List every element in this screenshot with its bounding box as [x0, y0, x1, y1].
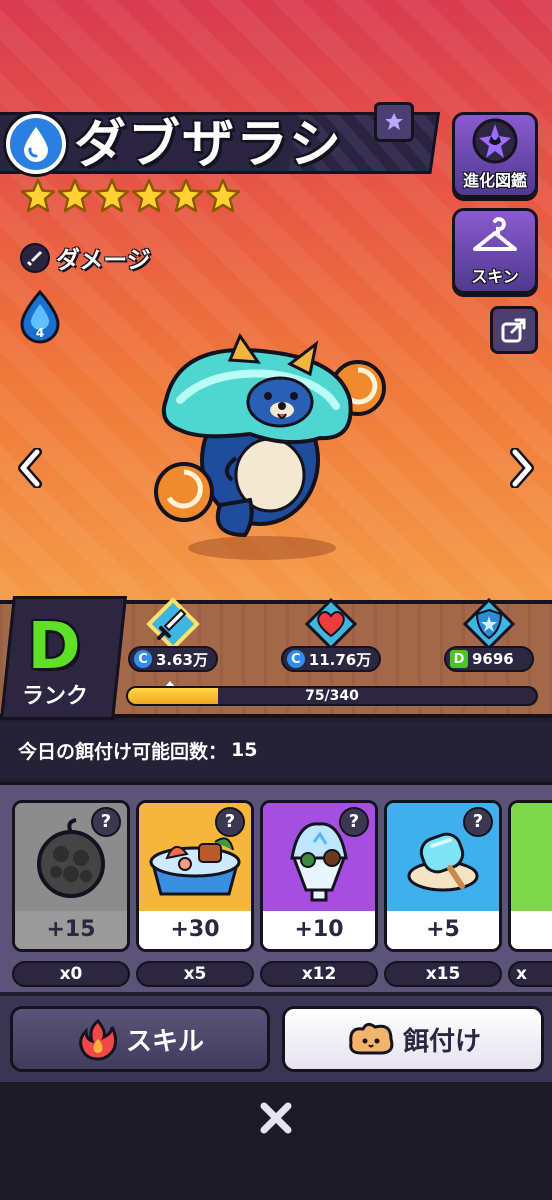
chevron-right-icon [510, 448, 534, 488]
item-count: x12 [260, 961, 378, 987]
skin-button[interactable]: スキン [452, 208, 538, 294]
item-plus-value: +10 [263, 911, 375, 949]
item-card-next[interactable] [508, 800, 552, 952]
item-count: x5 [136, 961, 254, 987]
item-count: x0 [12, 961, 130, 987]
chevron-left-icon [18, 448, 42, 488]
water-element-icon [6, 114, 66, 174]
hp-heart-icon [304, 597, 358, 651]
close-icon [260, 1102, 292, 1134]
feed-remaining-row: 今日の餌付け可能回数： 15 [0, 722, 552, 778]
hp-grade: C [286, 650, 305, 668]
skin-label: スキン [471, 267, 519, 286]
item-plus-value [511, 911, 552, 949]
skin-tag-icon [374, 102, 414, 142]
close-button[interactable] [256, 1098, 296, 1138]
feed-remaining-label: 今日の餌付け可能回数： [18, 740, 228, 763]
star-rating [20, 178, 241, 214]
item-help-button[interactable]: ? [339, 807, 369, 837]
item-help-button[interactable]: ? [463, 807, 493, 837]
attack-value: 3.63万 [155, 650, 208, 669]
xp-text: 75/340 [305, 688, 359, 704]
cost-value: 4 [35, 326, 45, 340]
item-card-dark-fruit[interactable]: ? +15 [12, 800, 130, 952]
star-icon [131, 178, 167, 213]
cost-badge: 4 [18, 289, 62, 344]
item-plus-value: +30 [139, 911, 251, 949]
hp-stat[interactable]: C 11.76万 [276, 596, 386, 680]
star-icon [168, 178, 204, 213]
item-count: x15 [384, 961, 502, 987]
next-item-icon [511, 803, 552, 915]
rank-label: ランク [21, 684, 88, 709]
item-help-button[interactable]: ? [215, 807, 245, 837]
evolution-book-icon [469, 115, 521, 167]
sword-icon [20, 242, 50, 273]
item-card-ice-candy[interactable]: ? +5 [384, 800, 502, 952]
xp-bar: 75/340 [126, 686, 538, 706]
defense-value: 9696 [472, 650, 514, 668]
item-card-shaved-ice[interactable]: ? +10 [260, 800, 378, 952]
star-icon [20, 178, 56, 213]
item-plus-value: +15 [15, 911, 127, 949]
next-character-button[interactable] [502, 446, 542, 490]
feed-button[interactable]: 餌付け [282, 1006, 544, 1072]
rank-letter: D [27, 610, 81, 684]
item-count: x [508, 961, 552, 987]
attack-value-pill: C 3.63万 [127, 646, 218, 672]
skill-button[interactable]: スキル [10, 1006, 270, 1072]
role-label: ダメージ [56, 246, 151, 274]
attack-sword-icon [146, 597, 200, 651]
star-icon [57, 178, 93, 213]
evolution-book-label: 進化図鑑 [462, 171, 527, 190]
defense-stat[interactable]: D 9696 [434, 596, 544, 680]
feed-button-label: 餌付け [402, 1026, 481, 1057]
bread-icon [349, 1022, 394, 1055]
feed-remaining-count: 15 [231, 739, 258, 761]
flame-icon [79, 1018, 118, 1061]
character-illustration [140, 330, 400, 570]
hp-value-pill: C 11.76万 [280, 646, 382, 672]
skill-button-label: スキル [125, 1026, 204, 1057]
item-card-seafood-platter[interactable]: ? +30 [136, 800, 254, 952]
hanger-icon [470, 211, 520, 263]
evolution-book-button[interactable]: 進化図鑑 [452, 112, 538, 198]
share-icon [501, 318, 526, 343]
attack-grade: C [133, 650, 152, 668]
attack-stat[interactable]: C 3.63万 [118, 596, 228, 680]
item-plus-value: +5 [387, 911, 499, 949]
star-icon [205, 178, 241, 213]
star-icon [94, 178, 130, 213]
character-name: ダブザラシ [74, 115, 343, 175]
item-help-button[interactable]: ? [91, 807, 121, 837]
role-tag: ダメージ [20, 240, 151, 275]
prev-character-button[interactable] [10, 446, 50, 490]
defense-shield-icon [462, 597, 516, 651]
hp-value: 11.76万 [308, 650, 372, 669]
share-button[interactable] [490, 306, 538, 354]
defense-value-pill: D 9696 [444, 646, 534, 672]
defense-grade: D [450, 650, 468, 668]
